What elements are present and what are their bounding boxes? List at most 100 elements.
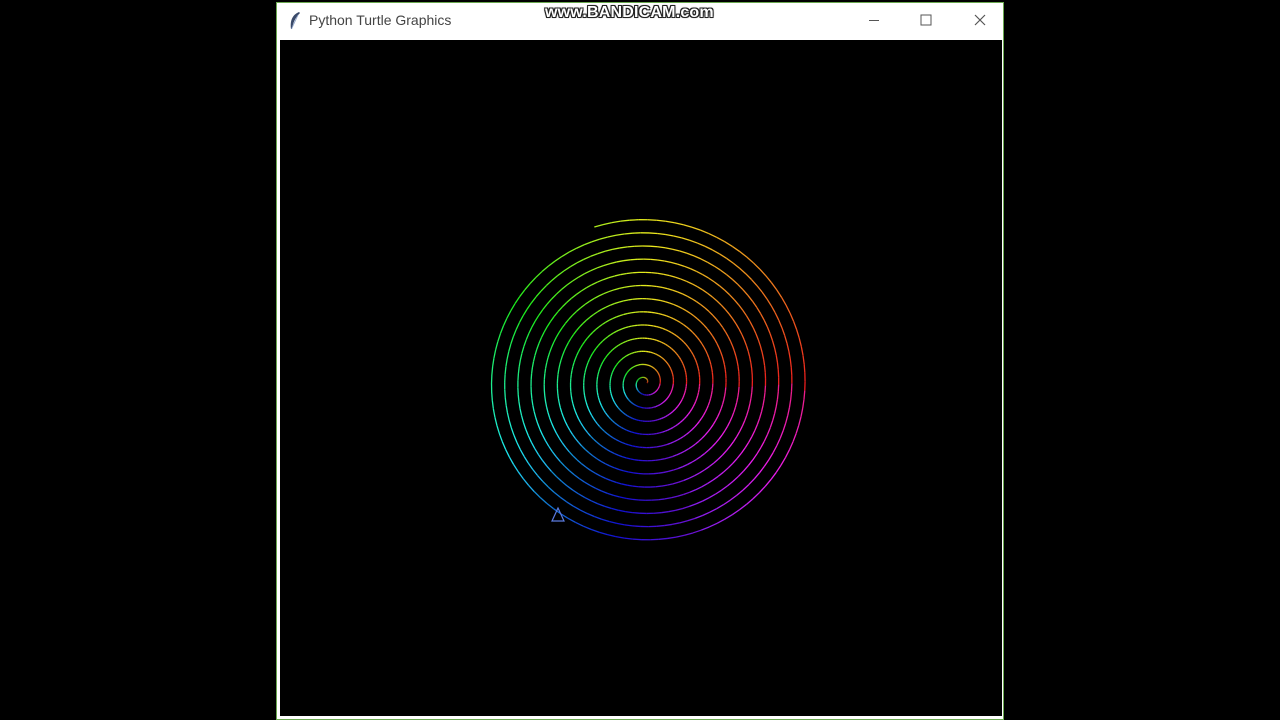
spiral-segment bbox=[802, 399, 805, 409]
spiral-segment bbox=[558, 364, 561, 370]
spiral-segment bbox=[541, 459, 548, 467]
spiral-segment bbox=[696, 395, 699, 399]
spiral-segment bbox=[585, 365, 588, 370]
spiral-segment bbox=[665, 233, 674, 237]
spiral-segment bbox=[697, 368, 700, 372]
spiral-segment bbox=[597, 395, 600, 399]
spiral-segment bbox=[584, 337, 588, 342]
spiral-segment bbox=[760, 313, 765, 321]
spiral-segment bbox=[655, 419, 658, 421]
spiral-segment bbox=[504, 366, 507, 375]
spiral-segment bbox=[522, 478, 530, 486]
spiral-segment bbox=[584, 368, 587, 373]
spiral-segment bbox=[745, 498, 754, 505]
minimize-button[interactable] bbox=[847, 3, 901, 37]
spiral-segment bbox=[788, 350, 791, 360]
spiral-segment bbox=[624, 326, 629, 329]
spiral-segment bbox=[597, 250, 606, 255]
spiral-segment bbox=[676, 452, 681, 456]
spiral-segment bbox=[594, 515, 602, 520]
spiral-segment bbox=[628, 444, 633, 447]
spiral-segment bbox=[676, 353, 679, 356]
spiral-segment bbox=[608, 351, 612, 354]
spiral-segment bbox=[708, 310, 714, 316]
spiral-segment bbox=[506, 310, 512, 319]
spiral-segment bbox=[630, 367, 633, 369]
spiral-segment bbox=[547, 486, 555, 493]
spiral-segment bbox=[566, 280, 574, 286]
spiral-segment bbox=[599, 364, 603, 367]
spiral-segment bbox=[531, 320, 536, 328]
spiral-segment bbox=[800, 346, 804, 356]
spiral-segment bbox=[595, 326, 600, 330]
spiral-segment bbox=[602, 221, 613, 226]
spiral-segment bbox=[716, 236, 726, 243]
spiral-segment bbox=[625, 373, 628, 375]
spiral-segment bbox=[712, 475, 719, 481]
spiral-segment bbox=[709, 360, 712, 365]
spiral-segment bbox=[710, 424, 714, 429]
spiral-segment bbox=[612, 316, 617, 320]
spiral-segment bbox=[628, 325, 632, 328]
spiral-segment bbox=[566, 485, 574, 491]
spiral-segment bbox=[681, 396, 684, 400]
spiral-segment bbox=[619, 246, 628, 249]
spiral-segment bbox=[538, 337, 543, 344]
spiral-segment bbox=[508, 456, 515, 465]
spiral-segment bbox=[739, 267, 747, 275]
spiral-segment bbox=[672, 481, 679, 485]
spiral-segment bbox=[665, 414, 668, 418]
spiral-segment bbox=[678, 402, 681, 406]
spiral-segment bbox=[621, 327, 626, 330]
spiral-segment bbox=[632, 445, 636, 448]
spiral-segment bbox=[724, 289, 731, 296]
spiral-segment bbox=[517, 366, 520, 374]
title-bar[interactable]: Python Turtle Graphics www.BANDICAM.com bbox=[277, 3, 1003, 39]
spiral-segment bbox=[690, 268, 697, 273]
spiral-segment bbox=[510, 427, 515, 436]
spiral-segment bbox=[672, 454, 677, 458]
spiral-segment bbox=[751, 368, 753, 375]
spiral-segment bbox=[723, 499, 731, 506]
spiral-segment bbox=[621, 426, 625, 430]
spiral-segment bbox=[759, 268, 767, 277]
spiral-segment bbox=[631, 366, 634, 369]
spiral-segment bbox=[626, 415, 630, 418]
close-button[interactable] bbox=[953, 3, 1003, 37]
spiral-segment bbox=[602, 446, 608, 450]
turtle-canvas[interactable] bbox=[280, 40, 1002, 716]
spiral-segment bbox=[654, 312, 659, 315]
spiral-segment bbox=[615, 438, 620, 442]
spiral-segment bbox=[664, 260, 672, 264]
spiral-segment bbox=[599, 425, 603, 430]
spiral-segment bbox=[612, 347, 615, 351]
spiral-segment bbox=[693, 356, 697, 361]
spiral-segment bbox=[700, 526, 710, 531]
spiral-segment bbox=[657, 418, 660, 421]
spiral-segment bbox=[580, 303, 586, 309]
spiral-segment bbox=[595, 487, 602, 492]
spiral-segment bbox=[604, 412, 608, 416]
spiral-segment bbox=[665, 361, 668, 364]
maximize-button[interactable] bbox=[899, 3, 953, 37]
spiral-segment bbox=[660, 402, 663, 405]
spiral-segment bbox=[656, 445, 661, 448]
spiral-segment bbox=[720, 404, 724, 410]
spiral-segment bbox=[491, 358, 495, 367]
spiral-segment bbox=[618, 408, 622, 412]
spiral-segment bbox=[502, 317, 508, 327]
spiral-segment bbox=[716, 503, 725, 510]
spiral-segment bbox=[629, 352, 632, 355]
spiral-segment bbox=[733, 436, 738, 442]
spiral-segment bbox=[662, 357, 665, 360]
spiral-segment bbox=[627, 398, 629, 400]
spiral-segment bbox=[803, 390, 806, 400]
spiral-segment bbox=[589, 331, 594, 336]
spiral-segment bbox=[551, 341, 555, 348]
spiral-segment bbox=[668, 455, 673, 459]
spiral-segment bbox=[665, 343, 669, 347]
spiral-segment bbox=[732, 457, 738, 464]
spiral-segment bbox=[610, 450, 615, 455]
spiral-segment bbox=[581, 445, 586, 450]
spiral-segment bbox=[616, 260, 624, 263]
